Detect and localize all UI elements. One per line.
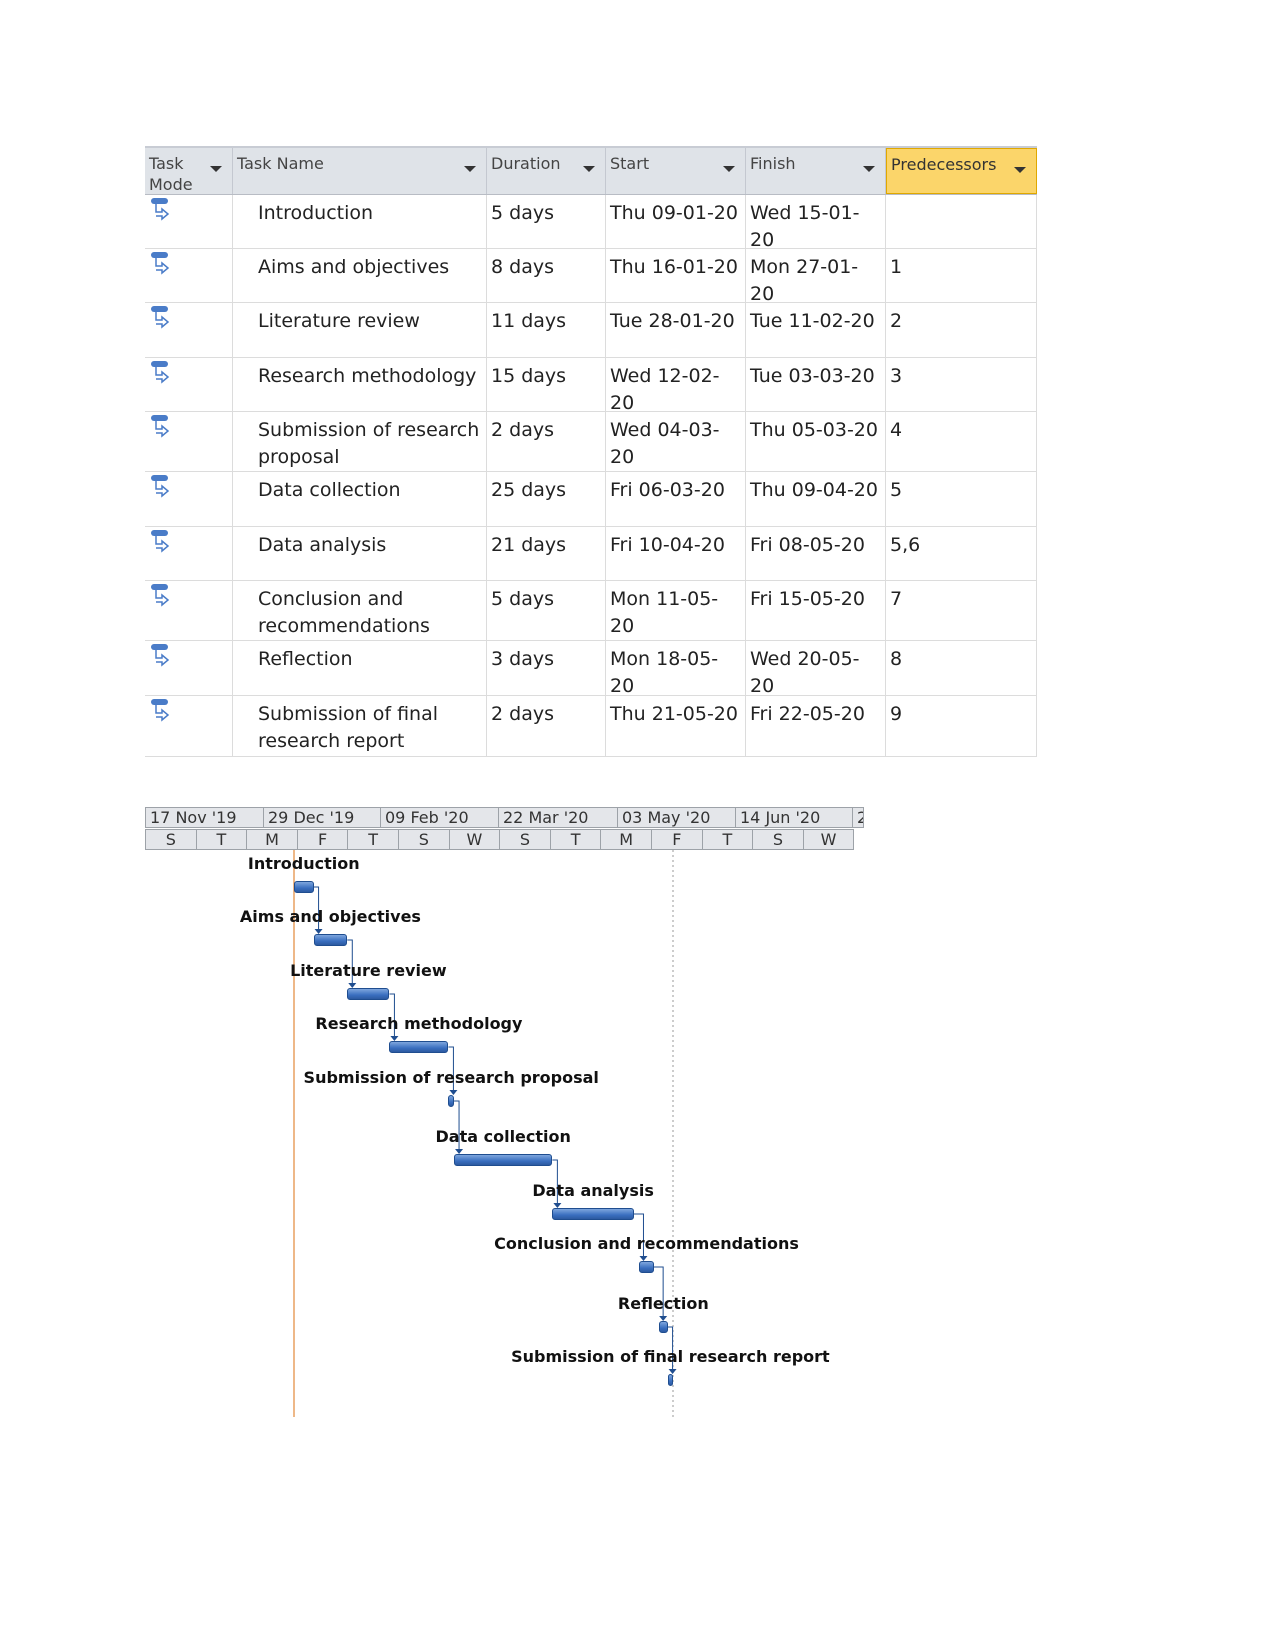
gantt-bar[interactable]	[659, 1321, 668, 1333]
gantt-bar[interactable]	[313, 934, 348, 946]
gantt-bar[interactable]	[389, 1041, 449, 1053]
gantt-bar-label: Conclusion and recommendations	[494, 1234, 799, 1253]
gantt-bar[interactable]	[552, 1208, 634, 1220]
gantt-chart	[293, 850, 677, 1417]
gantt-bar-label: Aims and objectives	[239, 907, 421, 926]
gantt-bar-label: Literature review	[290, 961, 447, 980]
gantt-bar[interactable]	[639, 1261, 654, 1273]
gantt-bar-label: Reflection	[617, 1294, 709, 1313]
gantt-bar-label: Data collection	[435, 1127, 571, 1146]
page: Task Mode Task Name Duration Start Finish Pre…	[0, 0, 1275, 1650]
gantt-bar[interactable]	[293, 881, 314, 893]
gantt-bar[interactable]	[448, 1095, 455, 1107]
gantt-bar-label: Submission of final research report	[511, 1347, 830, 1366]
gantt-bar[interactable]	[454, 1154, 553, 1166]
gantt-bar-label: Introduction	[247, 854, 360, 873]
gantt-bar-label: Data analysis	[532, 1181, 654, 1200]
gantt-bar-label: Research methodology	[315, 1014, 523, 1033]
gantt-bar-label: Submission of research proposal	[303, 1068, 599, 1087]
gantt-bar[interactable]	[347, 988, 390, 1000]
gantt-bar[interactable]	[667, 1374, 674, 1386]
